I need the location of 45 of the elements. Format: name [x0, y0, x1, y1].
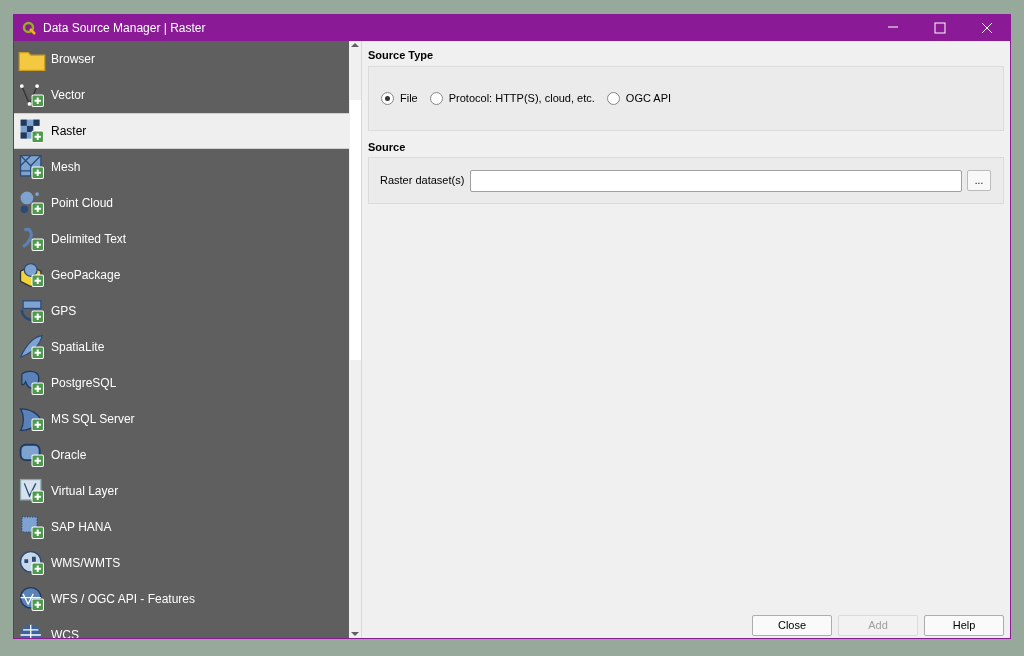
sidebar-item[interactable]: PostgreSQL [14, 365, 349, 401]
raster-add-icon [18, 117, 46, 145]
field-label: Raster dataset(s) [380, 173, 465, 189]
radio-option[interactable]: Protocol: HTTP(S), cloud, etc. [429, 89, 595, 107]
browse-button[interactable]: ... [967, 170, 991, 191]
sidebar-item[interactable]: MS SQL Server [14, 401, 349, 437]
section-title: Source Type [368, 48, 435, 63]
sidebar-item[interactable]: Browser [14, 41, 349, 77]
app-logo-icon [22, 21, 36, 35]
square-add-icon [18, 513, 46, 541]
sidebar-item[interactable]: WMS/WMTS [14, 545, 349, 581]
virtual-layer-add-icon [18, 477, 46, 505]
sidebar-item[interactable]: Point Cloud [14, 185, 349, 221]
sidebar-item[interactable]: GeoPackage [14, 257, 349, 293]
dialog-button[interactable]: Close [752, 615, 832, 636]
radio-option[interactable]: File [381, 89, 418, 107]
point-cloud-add-icon [18, 189, 46, 217]
mesh-add-icon [18, 153, 46, 181]
sidebar-item[interactable]: Mesh [14, 149, 349, 185]
sidebar-item[interactable]: Raster [14, 113, 349, 149]
sidebar-item[interactable]: SpatiaLite [14, 329, 349, 365]
sidebar-item[interactable]: Delimited Text [14, 221, 349, 257]
sail-add-icon [18, 405, 46, 433]
globe-add-icon [18, 585, 46, 613]
feather-add-icon [18, 333, 46, 361]
input-field[interactable] [470, 169, 962, 192]
vector-add-icon [18, 81, 46, 109]
close-icon[interactable] [981, 22, 993, 34]
database-globe-add-icon [18, 261, 46, 289]
dialog-button[interactable]: Help [924, 615, 1004, 636]
sidebar-item[interactable]: SAP HANA [14, 509, 349, 545]
globe-add-icon [18, 549, 46, 577]
maximize-icon[interactable] [934, 22, 946, 34]
radio-option[interactable]: OGC API [606, 89, 672, 107]
scrollbar-thumb[interactable] [349, 99, 361, 360]
window-title: Data Source Manager | Raster [43, 20, 206, 37]
sidebar-item[interactable]: Oracle [14, 437, 349, 473]
rounded-rectangle-add-icon [18, 441, 46, 469]
scroll-down-icon[interactable] [351, 630, 359, 638]
sidebar-item[interactable]: Virtual Layer [14, 473, 349, 509]
sidebar-item[interactable]: Vector [14, 77, 349, 113]
scrollbar[interactable] [349, 41, 362, 638]
sidebar-item[interactable]: GPS [14, 293, 349, 329]
sidebar-item[interactable]: WFS / OGC API - Features [14, 581, 349, 617]
section-title: Source [368, 139, 407, 155]
